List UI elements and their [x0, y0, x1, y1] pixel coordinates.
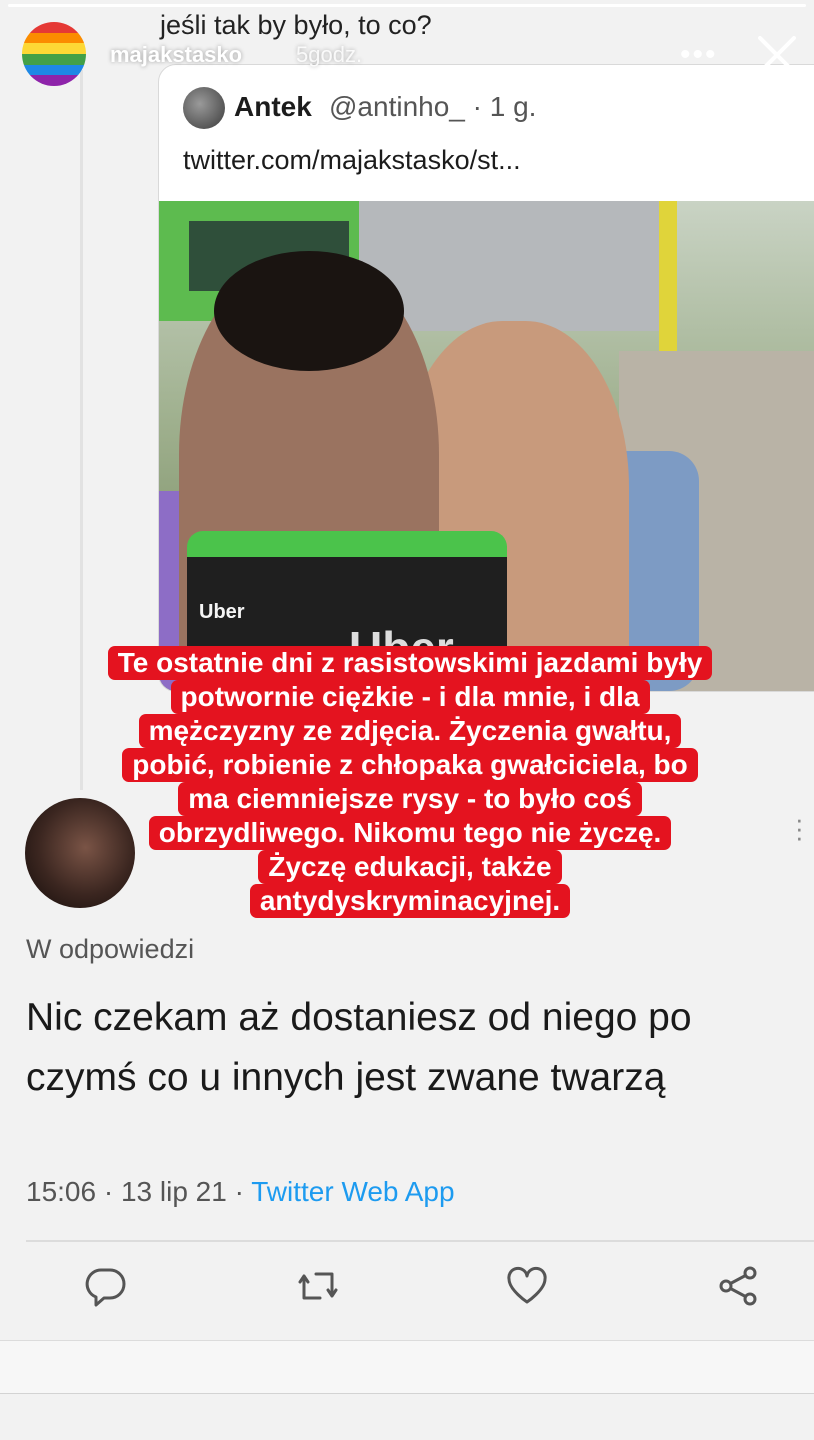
tweet-more-icon[interactable]: · · ·: [795, 806, 804, 850]
close-icon[interactable]: [752, 30, 802, 80]
photo-man-hair: [214, 251, 404, 371]
quoted-tweet-card[interactable]: Antek @antinho_ · 1 g. twitter.com/majak…: [158, 64, 814, 692]
caption-line: potwornie ciężkie - i dla mnie, i dla: [170, 680, 650, 714]
story-time: 5godz.: [296, 42, 363, 67]
quoted-avatar: [183, 87, 225, 129]
story-caption-overlay: Te ostatnie dni z rasistowskimi jazdami …: [40, 646, 780, 918]
caption-line: mężczyzny ze zdjęcia. Życzenia gwałtu,: [138, 714, 682, 748]
divider: [0, 1393, 814, 1394]
story-username[interactable]: majakstasko: [110, 42, 242, 68]
more-options-icon[interactable]: •••: [680, 38, 718, 72]
reply-tweet-text: Nic czekam aż dostaniesz od niego po czy…: [26, 996, 692, 1099]
divider: [26, 1240, 814, 1242]
caption-line: ma ciemniejsze rysy - to było coś: [178, 782, 642, 816]
share-icon[interactable]: [714, 1262, 762, 1310]
photo-post: [659, 201, 677, 351]
tweet-meta: 15:06 · 13 lip 21 · Twitter Web App: [26, 1176, 455, 1208]
photo-structure: [359, 201, 669, 331]
quoted-url[interactable]: twitter.com/majakstasko/st...: [183, 145, 521, 176]
quoted-photo[interactable]: Uber Uber: [159, 201, 814, 691]
tweet-source-app[interactable]: Twitter Web App: [251, 1176, 454, 1207]
caption-line: pobić, robienie z chłopaka gwałciciela, …: [122, 748, 698, 782]
quoted-name: Antek: [234, 91, 312, 122]
caption-line: Życzę edukacji, także: [258, 850, 562, 884]
caption-line: antydyskryminacyjnej.: [249, 884, 571, 918]
story-avatar[interactable]: [22, 22, 86, 86]
reply-to-label[interactable]: W odpowiedzi: [26, 934, 194, 965]
bag-side-text: Uber: [199, 601, 245, 623]
tweet-timestamp: 15:06 · 13 lip 21 ·: [26, 1176, 252, 1207]
caption-line: Te ostatnie dni z rasistowskimi jazdami …: [107, 646, 713, 680]
story-header: majakstasko 5godz. •••: [0, 18, 814, 88]
quoted-handle: @antinho_ · 1 g.: [329, 91, 537, 122]
footer-band: [0, 1341, 814, 1393]
story-progress-bar: [8, 4, 806, 7]
reply-icon[interactable]: [82, 1262, 130, 1310]
caption-line: obrzydliwego. Nikomu tego nie życzę.: [148, 816, 672, 850]
like-icon[interactable]: [503, 1262, 551, 1310]
tweet-actions: [0, 1262, 814, 1322]
retweet-icon[interactable]: [294, 1262, 342, 1310]
